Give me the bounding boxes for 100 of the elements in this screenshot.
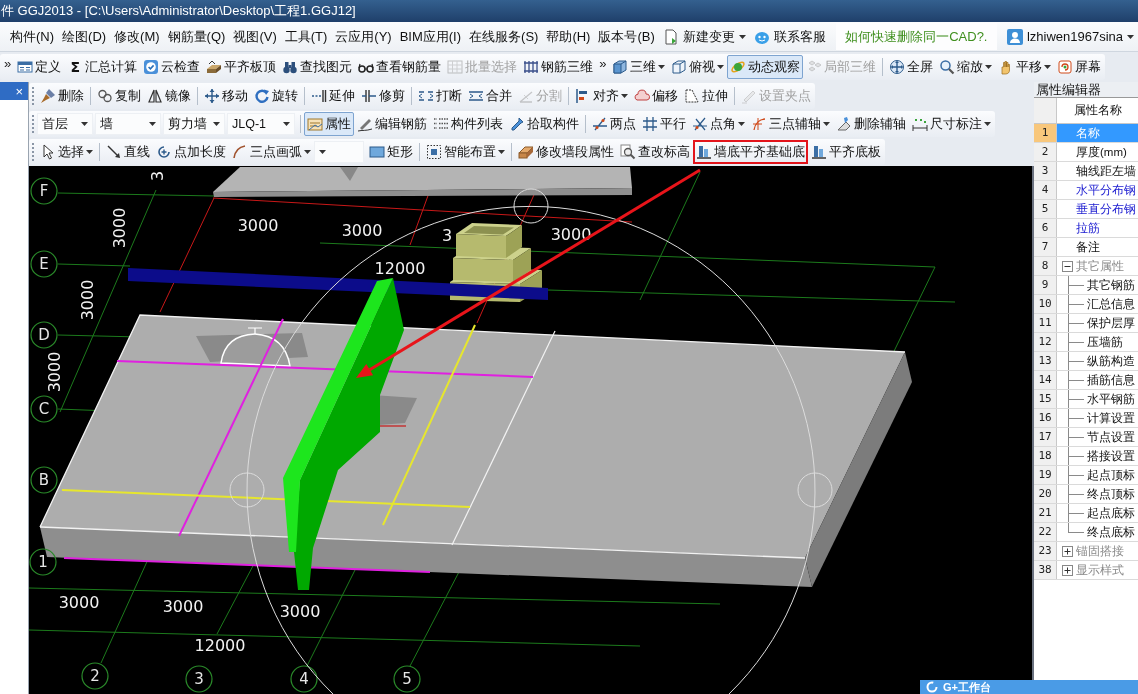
row-number: 38 <box>1034 561 1057 579</box>
overflow-button[interactable]: » <box>596 57 610 70</box>
toolbar-button[interactable]: 删除辅轴 <box>833 112 909 136</box>
property-name[interactable]: 压墙筋 <box>1087 333 1138 351</box>
menu-item[interactable]: 修改(M) <box>110 26 164 47</box>
property-name[interactable]: 纵筋构造 <box>1087 352 1138 370</box>
dropdown-button[interactable]: 智能布置 <box>423 140 508 164</box>
toolbar-button[interactable]: 打断 <box>415 84 465 108</box>
row-number: 10 <box>1034 295 1057 313</box>
plus-box-icon[interactable] <box>1062 545 1073 557</box>
property-name[interactable]: 节点设置 <box>1087 428 1138 446</box>
property-group[interactable]: 显示样式 <box>1076 561 1138 579</box>
toolbar-button[interactable]: 定义 <box>14 55 65 79</box>
toolbar-button[interactable]: 屏幕 <box>1054 55 1105 79</box>
toolbar-button[interactable]: 矩形 <box>366 140 416 164</box>
caret-icon <box>738 34 746 39</box>
property-name[interactable]: 插筋信息 <box>1087 371 1138 389</box>
dropdown-button[interactable]: 选择 <box>37 140 96 164</box>
dropdown-button[interactable]: 三点画弧 <box>229 140 314 164</box>
property-name[interactable]: 计算设置 <box>1087 409 1138 427</box>
support-button[interactable]: 联系客服 <box>749 26 830 47</box>
property-group[interactable]: 其它属性 <box>1076 257 1138 275</box>
menu-item[interactable]: 版本号(B) <box>594 26 659 47</box>
toolbar-button[interactable]: 镜像 <box>144 84 194 108</box>
menu-item[interactable]: 视图(V) <box>229 26 281 47</box>
property-name[interactable]: 备注 <box>1057 238 1138 256</box>
dropdown-button[interactable]: 俯视 <box>668 55 728 79</box>
toolbar-button[interactable]: 合并 <box>465 84 515 108</box>
toolbar-button[interactable]: 钢筋三维 <box>520 55 597 79</box>
toolbar-button[interactable]: 点加长度 <box>153 140 229 164</box>
toolbar-button[interactable]: 墙底平齐基础底 <box>693 140 808 164</box>
toolbar-button[interactable]: 延伸 <box>308 84 358 108</box>
property-name[interactable]: 终点顶标 <box>1087 485 1138 503</box>
plus-box-icon[interactable] <box>1062 564 1073 576</box>
property-name[interactable]: 起点顶标 <box>1087 466 1138 484</box>
overflow-button[interactable]: » <box>1 57 15 70</box>
property-name[interactable]: 搭接设置 <box>1087 447 1138 465</box>
toolbar-button[interactable]: Σ 汇总计算 <box>64 55 141 79</box>
property-name[interactable]: 水平分布钢 <box>1057 181 1138 199</box>
dropdown-button[interactable]: 缩放 <box>936 55 996 79</box>
toolbar-button[interactable]: 两点 <box>589 112 639 136</box>
toolbar-button[interactable]: 删除 <box>37 84 87 108</box>
user-menu[interactable]: lzhiwen1967sina <box>1002 26 1138 47</box>
minus-box-icon[interactable] <box>1062 260 1073 272</box>
sum-icon: Σ <box>67 60 84 74</box>
toolbar-button[interactable]: 拉伸 <box>681 84 731 108</box>
property-name[interactable]: 终点底标 <box>1087 523 1138 541</box>
dropdown-button[interactable]: 对齐 <box>572 84 631 108</box>
menu-item[interactable]: 云应用(Y) <box>331 26 396 47</box>
toolbar-button[interactable]: 平齐板顶 <box>203 55 280 79</box>
move-icon <box>204 88 220 104</box>
toolbar-button[interactable]: 修改墙段属性 <box>515 140 617 164</box>
toolbar-button[interactable]: 平齐底板 <box>808 140 884 164</box>
toolbar-button[interactable]: 云检查 <box>140 55 204 79</box>
dropdown[interactable]: 剪力墙 <box>163 113 225 135</box>
dropdown-button[interactable]: 平移 <box>995 55 1055 79</box>
menu-item[interactable]: 在线服务(S) <box>465 26 543 47</box>
toolbar-button[interactable]: 编辑钢筋 <box>354 112 430 136</box>
toolbar-button[interactable]: 查改标高 <box>617 140 693 164</box>
toolbar-button[interactable]: 属性 <box>304 112 354 136</box>
menu-item[interactable]: 绘图(D) <box>58 26 111 47</box>
dropdown-button[interactable]: 三维 <box>609 55 669 79</box>
property-name[interactable]: 保护层厚 <box>1087 314 1138 332</box>
property-name[interactable]: 垂直分布钢 <box>1057 200 1138 218</box>
property-group[interactable]: 锚固搭接 <box>1076 542 1138 560</box>
dropdown-button[interactable]: 点角 <box>689 112 748 136</box>
toolbar-button[interactable]: 旋转 <box>251 84 301 108</box>
property-name[interactable]: 水平钢筋 <box>1087 390 1138 408</box>
dropdown[interactable]: 首层 <box>37 113 93 135</box>
menu-item[interactable]: 工具(T) <box>280 26 332 47</box>
toolbar-button[interactable]: 修剪 <box>358 84 408 108</box>
toolbar-button[interactable]: 拾取构件 <box>506 112 582 136</box>
close-button[interactable]: × <box>10 84 28 98</box>
columns-icon <box>696 144 712 160</box>
property-name[interactable]: 厚度(mm) <box>1057 143 1138 161</box>
toolbar-button[interactable]: 偏移 <box>631 84 681 108</box>
property-name[interactable]: 轴线距左墙 <box>1057 162 1138 180</box>
tip-link[interactable]: 如何快速删除同一CAD?. <box>845 28 988 45</box>
property-name[interactable]: 拉筋 <box>1057 219 1138 237</box>
toolbar-button[interactable]: 复制 <box>94 84 144 108</box>
menu-item[interactable]: 帮助(H) <box>542 26 595 47</box>
dropdown-button[interactable]: 尺寸标注 <box>909 112 994 136</box>
toolbar-button[interactable]: 动态观察 <box>727 55 804 79</box>
property-name[interactable]: 起点底标 <box>1087 504 1138 522</box>
toolbar-button[interactable]: 平行 <box>639 112 689 136</box>
toolbar-button[interactable]: 移动 <box>201 84 251 108</box>
toolbar-button[interactable]: 构件列表 <box>430 112 506 136</box>
toolbar-button[interactable]: 查找图元 <box>279 55 356 79</box>
toolbar-button[interactable]: 查看钢筋量 <box>355 55 445 79</box>
menu-item[interactable]: 构件(N) <box>6 26 59 47</box>
property-name[interactable]: 其它钢筋 <box>1087 276 1138 294</box>
property-name[interactable]: 汇总信息 <box>1087 295 1138 313</box>
toolbar-button[interactable]: 全屏 <box>886 55 937 79</box>
toolbar-button[interactable]: 直线 <box>103 140 153 164</box>
dropdown[interactable]: JLQ-1 <box>227 113 295 135</box>
menu-item[interactable]: 钢筋量(Q) <box>163 26 230 47</box>
new-change-button[interactable]: 新建变更 <box>658 26 750 47</box>
menu-item[interactable]: BIM应用(I) <box>395 26 466 47</box>
dropdown[interactable]: 墙 <box>95 113 161 135</box>
dropdown-button[interactable]: 三点辅轴 <box>748 112 833 136</box>
